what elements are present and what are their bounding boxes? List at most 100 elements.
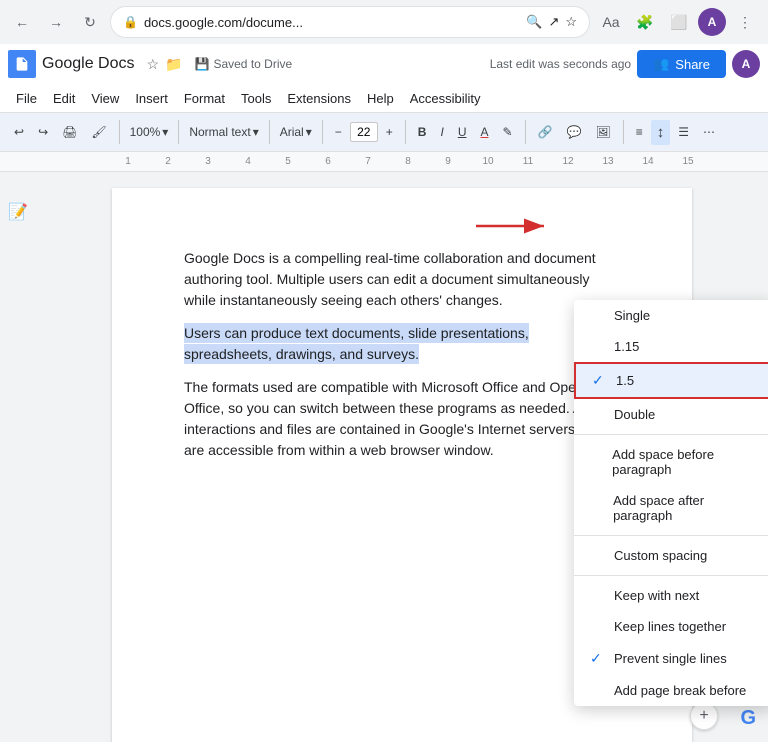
google-logo: G [740, 707, 756, 730]
line-spacing-dropdown: Single 1.15 ✓ 1.5 Double Add space befor… [574, 300, 768, 706]
toolbar-separator-3 [269, 120, 270, 144]
italic-button[interactable]: I [434, 121, 449, 143]
menu-view[interactable]: View [83, 87, 127, 110]
share-icon: 👥 [653, 56, 669, 72]
more-button[interactable]: ⋮ [730, 7, 760, 37]
highlight-button[interactable]: ✎ [497, 121, 519, 143]
reload-button[interactable]: ↻ [76, 8, 104, 36]
redo-button[interactable]: ↪ [32, 121, 54, 143]
toolbar-separator-7 [623, 120, 624, 144]
dropdown-separator-2 [574, 535, 768, 536]
ruler-num: 13 [588, 156, 628, 167]
bookmark-icon: ☆ [565, 14, 577, 30]
docs-title-icons: ☆ 📁 [145, 54, 185, 75]
link-button[interactable]: 🔗 [532, 121, 559, 143]
docs-title-bar: Google Docs ☆ 📁 💾 Saved to Drive Last ed… [0, 44, 768, 84]
sidebar-margin: 📝 [0, 172, 36, 742]
spacing-115-label: 1.15 [614, 339, 639, 354]
lock-icon: 🔒 [123, 15, 138, 29]
keep-lines-together-label: Keep lines together [614, 619, 726, 634]
menu-insert[interactable]: Insert [127, 87, 176, 110]
ruler-num: 6 [308, 156, 348, 167]
menu-file[interactable]: File [8, 87, 45, 110]
forward-button[interactable]: → [42, 8, 70, 36]
toolbar-separator-1 [119, 120, 120, 144]
add-space-after-label: Add space after paragraph [613, 493, 758, 523]
spacing-115[interactable]: 1.15 [574, 331, 768, 362]
extensions-button[interactable]: 🧩 [630, 7, 660, 37]
comment-button[interactable]: 💬 [561, 121, 588, 143]
browser-toolbar: ← → ↻ 🔒 docs.google.com/docume... 🔍 ↗ ☆ … [0, 0, 768, 44]
style-chevron-icon: ▾ [253, 125, 259, 139]
style-select[interactable]: Normal text ▾ [185, 122, 262, 142]
doc-toolbar: ↩ ↪ 🖨 🖌 100% ▾ Normal text ▾ Arial ▾ − +… [0, 112, 768, 152]
menu-extensions[interactable]: Extensions [279, 87, 359, 110]
font-size-minus-button[interactable]: − [329, 121, 348, 143]
paragraph-3: The formats used are compatible with Mic… [184, 377, 620, 461]
font-select[interactable]: Arial ▾ [276, 122, 316, 142]
keep-with-next[interactable]: Keep with next [574, 580, 768, 611]
add-space-before[interactable]: Add space before paragraph [574, 439, 768, 485]
last-edit-text: Last edit was seconds ago [490, 57, 631, 71]
spacing-single[interactable]: Single [574, 300, 768, 331]
font-size-input[interactable] [350, 122, 378, 142]
back-button[interactable]: ← [8, 8, 36, 36]
save-icon: 💾 [195, 57, 210, 71]
undo-button[interactable]: ↩ [8, 121, 30, 143]
underline-button[interactable]: U [452, 121, 473, 143]
toolbar-separator-5 [405, 120, 406, 144]
address-bar[interactable]: 🔒 docs.google.com/docume... 🔍 ↗ ☆ [110, 6, 590, 38]
sidebar-notes-icon: 📝 [8, 202, 28, 222]
spacing-double[interactable]: Double [574, 399, 768, 430]
zoom-select[interactable]: 100% ▾ [126, 122, 173, 142]
paragraph-1: Google Docs is a compelling real-time co… [184, 248, 620, 311]
menu-accessibility[interactable]: Accessibility [402, 87, 489, 110]
keep-with-next-label: Keep with next [614, 588, 699, 603]
bold-button[interactable]: B [412, 121, 433, 143]
ruler-num: 15 [668, 156, 708, 167]
ruler-num: 14 [628, 156, 668, 167]
menu-format[interactable]: Format [176, 87, 233, 110]
move-to-folder-button[interactable]: 📁 [163, 54, 184, 75]
more-toolbar-button[interactable]: ⋯ [697, 121, 721, 143]
keep-lines-together[interactable]: Keep lines together [574, 611, 768, 642]
profile-avatar[interactable]: A [698, 8, 726, 36]
font-settings-button[interactable]: Aa [596, 7, 626, 37]
align-button[interactable]: ≡ [630, 121, 649, 143]
paragraph-2-highlighted: Users can produce text documents, slide … [184, 323, 620, 365]
font-size-plus-button[interactable]: + [380, 121, 399, 143]
text-color-button[interactable]: A [474, 121, 494, 143]
add-page-break[interactable]: Add page break before [574, 675, 768, 706]
search-icon: 🔍 [526, 14, 542, 30]
add-space-after[interactable]: Add space after paragraph [574, 485, 768, 531]
share-button[interactable]: 👥 Share [637, 50, 726, 78]
menu-tools[interactable]: Tools [233, 87, 279, 110]
custom-spacing[interactable]: Custom spacing [574, 540, 768, 571]
toolbar-separator-6 [525, 120, 526, 144]
menu-edit[interactable]: Edit [45, 87, 83, 110]
ruler-num: 3 [188, 156, 228, 167]
star-button[interactable]: ☆ [145, 54, 162, 75]
ruler: 1 2 3 4 5 6 7 8 9 10 11 12 13 14 15 [0, 152, 768, 172]
toolbar-separator-2 [178, 120, 179, 144]
address-text: docs.google.com/docume... [144, 15, 520, 30]
docs-icon [8, 50, 36, 78]
line-spacing-button[interactable]: ↕ [651, 120, 671, 145]
zoom-button[interactable]: + [690, 702, 718, 730]
share-icon: ↗ [548, 14, 559, 30]
window-button[interactable]: ⬜ [664, 7, 694, 37]
paint-format-button[interactable]: 🖌 [85, 121, 112, 143]
checklist-button[interactable]: ☰ [672, 121, 695, 143]
menu-help[interactable]: Help [359, 87, 402, 110]
user-avatar[interactable]: A [732, 50, 760, 78]
browser-toolbar-icons: Aa 🧩 ⬜ A ⋮ [596, 7, 760, 37]
image-button[interactable]: 🖼 [589, 121, 616, 143]
dropdown-separator-3 [574, 575, 768, 576]
ruler-content: 1 2 3 4 5 6 7 8 9 10 11 12 13 14 15 [108, 156, 708, 167]
prevent-single-lines-label: Prevent single lines [614, 651, 727, 666]
prevent-single-lines[interactable]: ✓ Prevent single lines [574, 642, 768, 675]
spacing-15[interactable]: ✓ 1.5 [574, 362, 768, 399]
ruler-num: 5 [268, 156, 308, 167]
check-icon: ✓ [592, 372, 608, 389]
print-button[interactable]: 🖨 [56, 121, 83, 143]
